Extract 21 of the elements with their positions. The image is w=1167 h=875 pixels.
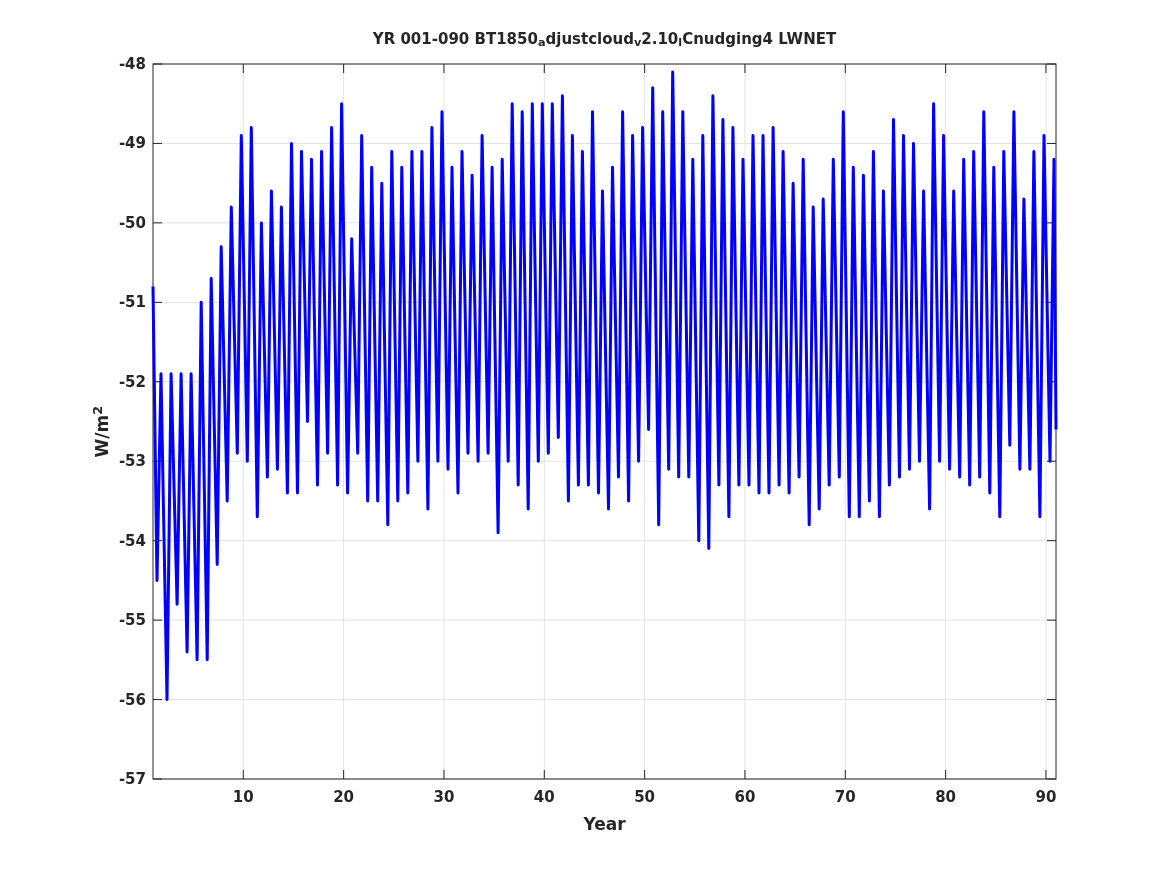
y-tick-label: -52 [118,372,146,391]
x-tick-label: 50 [634,788,656,806]
y-tick-label: -57 [118,770,146,788]
y-tick-label: -51 [118,293,146,312]
x-tick-label: 70 [834,788,856,806]
x-tick-label: 30 [433,788,455,806]
chart-title: YR 001-090 BT1850$_{a}$djustcloud$_{v}$2.10$_{l}$Cnudging4 LWNET [372,28,837,50]
x-tick-label: 40 [533,788,555,806]
y-tick-label: -49 [118,134,146,153]
x-tick-label: 20 [333,788,355,806]
y-tick-label: -48 [118,55,146,73]
y-tick-label: -54 [118,531,146,550]
x-tick-label: 60 [734,788,756,806]
x-tick-label: 90 [1035,788,1057,806]
y-tick-label: -56 [118,690,146,709]
x-tick-label: 10 [232,788,254,806]
x-tick-label: 80 [935,788,957,806]
y-tick-label: -55 [118,611,146,630]
y-tick-label: -53 [118,452,146,471]
x-axis-label: Year [583,813,626,836]
y-tick-label: -50 [118,213,146,232]
